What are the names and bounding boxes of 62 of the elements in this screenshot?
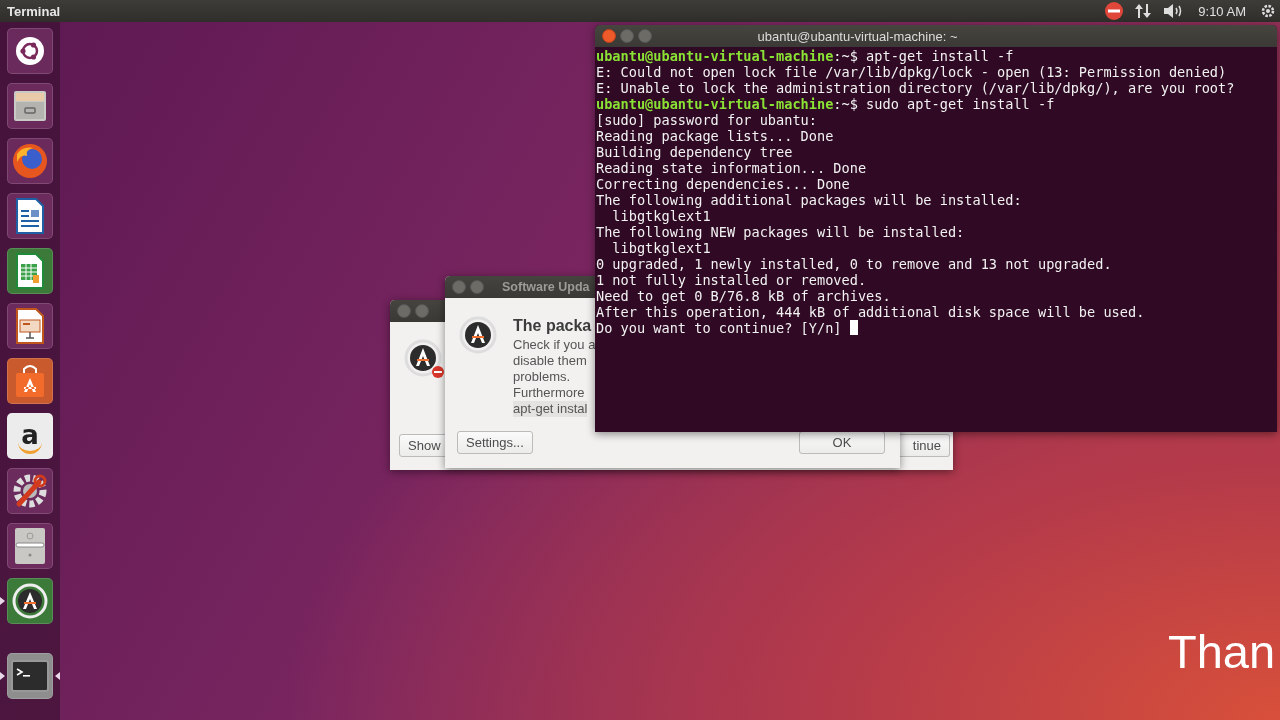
network-arrows-icon[interactable] <box>1134 2 1153 20</box>
app-title: Terminal <box>7 3 61 19</box>
window-title: ubantu@ubantu-virtual-machine: ~ <box>756 28 959 44</box>
settings-button[interactable]: Settings... <box>457 431 533 454</box>
command-text: apt-get install -f <box>865 48 1014 64</box>
output-line: libgtkglext1 <box>611 240 711 256</box>
terminal-icon <box>11 660 49 692</box>
clock[interactable]: 9:10 AM <box>1198 3 1246 19</box>
window-title: Software Upda <box>502 280 590 294</box>
prompt-path: :~$ <box>833 96 858 112</box>
output-line: [sudo] password for ubantu: <box>596 112 817 128</box>
prompt-user: ubantu@ubantu-virtual-machine <box>596 48 834 64</box>
output-line: libgtkglext1 <box>611 208 711 224</box>
output-line: Correcting dependencies... Done <box>596 176 850 192</box>
launcher-button[interactable] <box>7 303 53 349</box>
continue-button[interactable]: tinue <box>900 434 950 457</box>
output-line: Reading state information... Done <box>596 160 867 176</box>
message-text: Furthermore <box>513 385 586 401</box>
store-glyph: a <box>18 418 42 454</box>
output-line: E: Could not open lock file /var/lib/dpkg/lock - open (13: Permission denied) <box>596 64 1227 80</box>
update-warning-icon <box>404 339 446 381</box>
output-line: Need to get 0 B/76.8 kB of archives. <box>596 288 891 304</box>
shopping-bag-icon <box>13 363 47 399</box>
output-line: Building dependency tree <box>596 144 793 160</box>
output-line: E: Unable to lock the administration directory (/var/lib/dpkg/), are you root? <box>596 80 1235 96</box>
launcher-button[interactable] <box>7 138 53 184</box>
prompt-user: ubantu@ubantu-virtual-machine <box>596 96 834 112</box>
command-text: sudo apt-get install -f <box>865 96 1055 112</box>
output-line: 1 not fully installed or removed. <box>596 272 867 288</box>
dialog-heading: The packa <box>513 316 593 336</box>
focus-indicator <box>55 672 60 680</box>
output-line: Do you want to continue? [Y/n] <box>596 320 843 336</box>
output-line: Reading package lists... Done <box>596 128 834 144</box>
close-button[interactable] <box>602 29 616 43</box>
disk-drive-icon <box>13 527 47 565</box>
launcher-button[interactable] <box>7 193 53 239</box>
launcher-button[interactable] <box>7 468 53 514</box>
fox-globe-icon <box>11 142 49 180</box>
output-line: After this operation, 444 kB of additional disk space will be used. <box>596 304 1145 320</box>
launcher-button[interactable] <box>7 28 53 74</box>
launcher-button[interactable]: a <box>7 413 53 459</box>
caption-text: Than <box>1168 624 1276 679</box>
ok-button[interactable]: OK <box>799 431 885 454</box>
output-line: 0 upgraded, 1 newly installed, 0 to remove and 13 not upgraded. <box>596 256 1112 272</box>
message-text: Check if you a <box>513 337 596 353</box>
presentation-icon <box>15 308 45 344</box>
message-text: problems. <box>513 369 572 385</box>
file-cabinet-icon <box>12 89 48 123</box>
text-document-icon <box>15 198 45 234</box>
gear-wrench-icon <box>11 472 49 510</box>
prompt-path: :~$ <box>833 48 858 64</box>
launcher-button[interactable] <box>7 653 53 699</box>
stop-icon[interactable] <box>1104 1 1125 21</box>
launcher-button[interactable] <box>7 83 53 129</box>
launcher-button[interactable] <box>7 578 53 624</box>
launcher-button[interactable] <box>7 523 53 569</box>
output-line: The following additional packages will be installed: <box>596 192 1022 208</box>
output-line: The following NEW packages will be installed: <box>596 224 965 240</box>
circle-of-friends-icon <box>15 36 45 66</box>
message-text: disable them <box>513 353 588 369</box>
command-text: apt-get instal <box>513 401 588 417</box>
spreadsheet-icon <box>15 253 45 289</box>
